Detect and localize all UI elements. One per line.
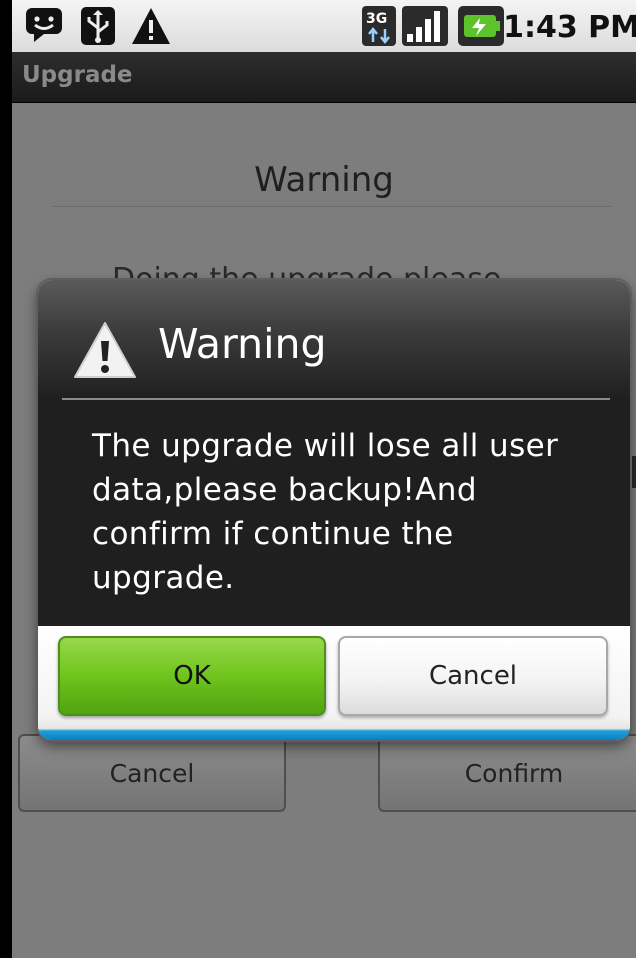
- network-label: 3G: [366, 11, 387, 27]
- phone-screen: 3G 1:43 PM Upgrade Warning Cancel Confir…: [12, 0, 636, 958]
- app-title-bar: Upgrade: [12, 52, 636, 103]
- warning-icon: [130, 6, 172, 50]
- dialog-body: The upgrade will lose all user data,plea…: [38, 402, 630, 626]
- background-divider: [52, 206, 612, 207]
- dialog-header: Warning: [38, 280, 630, 402]
- app-title: Upgrade: [22, 62, 133, 88]
- signal-icon: [402, 6, 448, 50]
- battery-charging-icon: [458, 6, 504, 50]
- dialog-divider: [62, 398, 610, 400]
- ok-button[interactable]: OK: [58, 636, 326, 716]
- dialog-message: The upgrade will lose all user data,plea…: [92, 428, 559, 596]
- background-cancel-button: Cancel: [18, 734, 286, 812]
- 3g-icon: 3G: [362, 6, 396, 50]
- cancel-button[interactable]: Cancel: [338, 636, 608, 716]
- status-time: 1:43 PM: [503, 10, 636, 45]
- warning-icon: [72, 320, 138, 380]
- background-heading: Warning: [254, 160, 394, 200]
- dialog-button-bar: OK Cancel: [38, 626, 630, 740]
- message-icon: [24, 6, 64, 48]
- status-bar: 3G 1:43 PM: [12, 0, 636, 52]
- dialog-title: Warning: [158, 320, 327, 368]
- usb-icon: [80, 6, 116, 50]
- warning-dialog: Warning The upgrade will lose all user d…: [38, 280, 630, 740]
- background-confirm-button: Confirm: [378, 734, 636, 812]
